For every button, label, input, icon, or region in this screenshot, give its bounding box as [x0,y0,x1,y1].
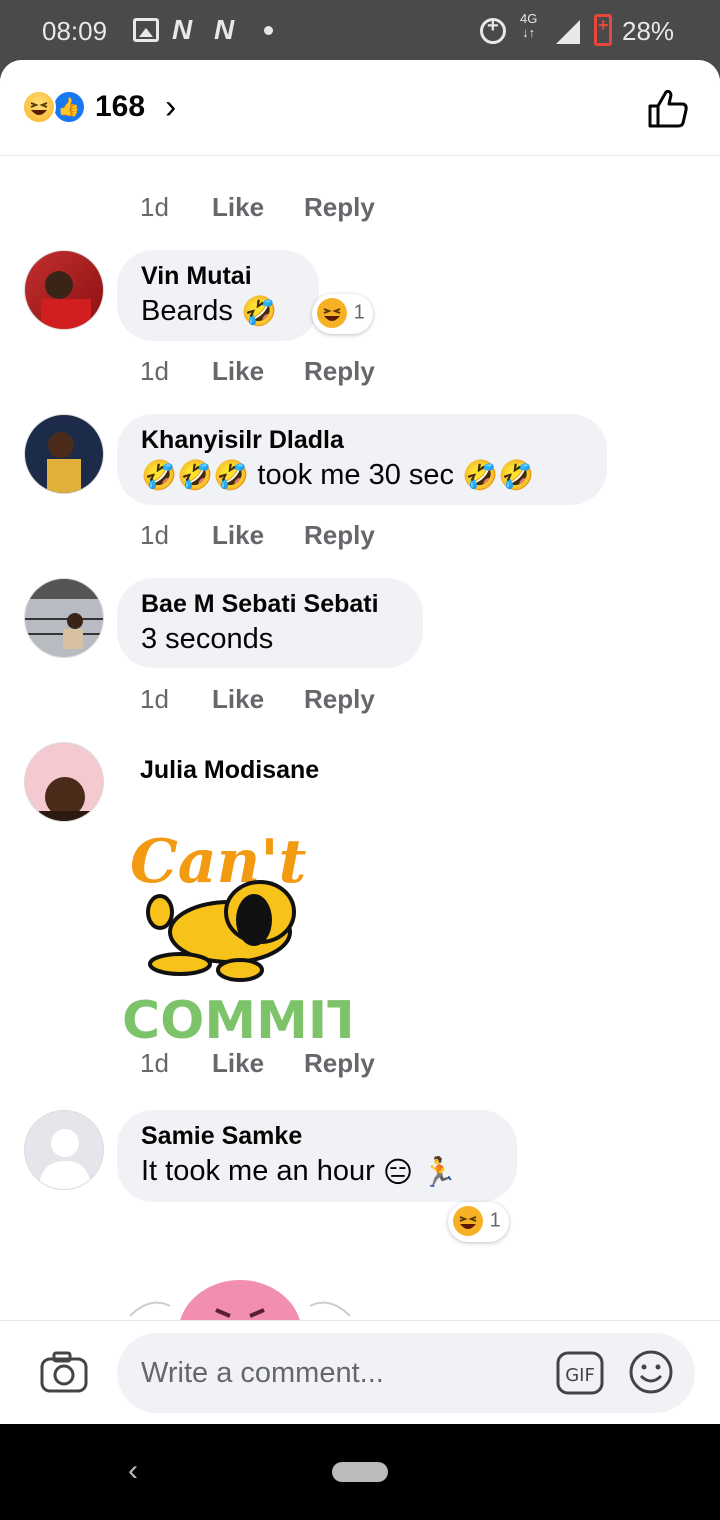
gif-label: GIF [565,1365,595,1386]
rofl-emoji-icon: 🤣🤣🤣 [141,460,250,493]
battery-icon [594,14,612,46]
comment-bubble[interactable]: Samie Samke It took me an hour 😑 🏃 [117,1110,517,1202]
haha-icon [22,90,56,124]
avatar[interactable] [24,578,104,658]
reply-comment-button[interactable]: Reply [304,192,375,223]
reply-comment-button[interactable]: Reply [304,520,375,551]
avatar[interactable] [24,742,104,822]
comment-reaction-pill[interactable]: 1 [312,294,373,334]
sticker-partial [118,156,358,176]
like-comment-button[interactable]: Like [212,1048,264,1079]
comment-reaction-pill[interactable]: 1 [448,1202,509,1242]
home-pill[interactable] [332,1462,388,1482]
emoji-picker-icon[interactable] [628,1349,674,1395]
like-comment-button[interactable]: Like [212,520,264,551]
notification-n-icon: N [214,14,235,45]
reaction-count: 168 [95,90,146,123]
comment-composer: GIF [0,1320,720,1424]
comment-text: took me 30 sec [257,459,455,491]
avatar[interactable] [24,250,104,330]
comment-text: Beards [141,295,233,327]
battery-percent: 28% [622,16,675,46]
comment-text: It took me an hour [141,1155,375,1188]
comment-time: 1d [140,520,169,550]
comment-input[interactable] [117,1333,695,1413]
like-comment-button[interactable]: Like [212,684,264,715]
more-notifications-dot [264,26,273,35]
sticker-partial [129,1280,351,1320]
running-person-emoji-icon: 🏃 [421,1156,458,1189]
reply-comment-button[interactable]: Reply [304,356,375,387]
avatar[interactable] [24,1110,104,1190]
system-nav-bar: ‹ [0,1424,720,1520]
comment-author[interactable]: Julia Modisane [140,756,319,785]
notification-n-icon: N [172,14,193,45]
status-bar: 08:09 N N 4G↓↑ 28% [0,0,720,62]
comment-time: 1d [140,192,169,222]
comment-time: 1d [140,684,169,714]
like-comment-button[interactable]: Like [212,192,264,223]
comment-time: 1d [140,1048,169,1078]
data-saver-icon [480,15,506,44]
sticker-bottom-text: COMMIT [122,991,350,1048]
gallery-icon [133,18,159,42]
status-time: 08:09 [42,16,108,46]
comment-author[interactable]: Khanyisilr Dladla [141,426,583,455]
haha-icon [316,297,348,329]
comment-time: 1d [140,356,169,386]
signal-icon [556,20,580,44]
like-comment-button[interactable]: Like [212,356,264,387]
comment-bubble[interactable]: Khanyisilr Dladla 🤣🤣🤣 took me 30 sec 🤣🤣 [117,414,607,506]
camera-icon[interactable] [40,1351,88,1393]
cant-commit-sticker[interactable]: Can't COMMIT [120,812,350,1048]
expressionless-emoji-icon: 😑 [382,1157,414,1189]
avatar[interactable] [24,414,104,494]
reaction-count: 1 [489,1209,501,1232]
rofl-emoji-icon: 🤣 [240,296,278,329]
comment-author[interactable]: Bae M Sebati Sebati [141,590,399,619]
comment-author[interactable]: Vin Mutai [141,262,295,291]
reactions-header[interactable]: 👍 168 › [0,60,720,156]
reaction-count: 1 [353,301,365,324]
comment-text: 3 seconds [141,623,274,655]
reply-comment-button[interactable]: Reply [304,1048,375,1079]
haha-icon [452,1205,484,1237]
rofl-emoji-icon: 🤣🤣 [462,460,535,493]
like-icon: 👍 [52,90,86,124]
comments-sheet: 👍 168 › 1d Like Reply Vin Mutai Beards 🤣… [0,60,720,1424]
gif-icon[interactable]: GIF [556,1349,604,1397]
thumbs-up-outline-icon[interactable] [646,86,690,130]
comment-bubble[interactable]: Bae M Sebati Sebati 3 seconds [117,578,423,668]
comment-bubble[interactable]: Vin Mutai Beards 🤣 [117,250,319,342]
comment-author[interactable]: Samie Samke [141,1122,493,1151]
chevron-right-icon[interactable]: › [165,88,176,127]
reply-comment-button[interactable]: Reply [304,684,375,715]
back-icon[interactable]: ‹ [128,1454,138,1488]
comments-list: 1d Like Reply Vin Mutai Beards 🤣 1 1d Li… [0,156,720,1320]
network-type-icon: 4G ↓↑ [520,11,538,40]
